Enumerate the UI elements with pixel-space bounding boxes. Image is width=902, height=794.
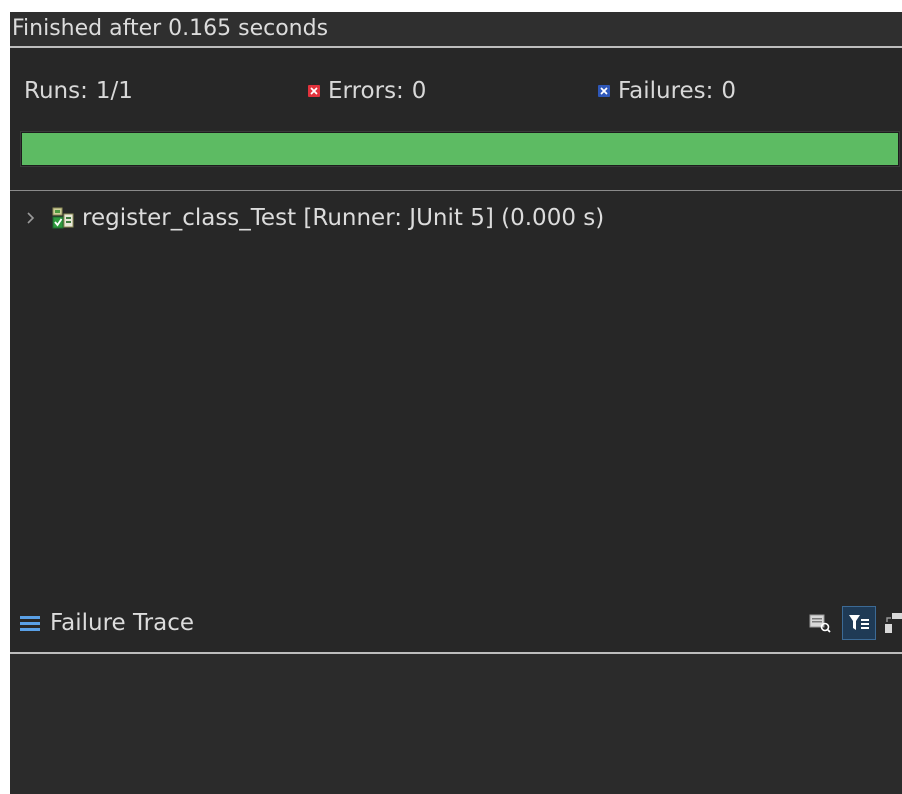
copy-trace-icon[interactable] [884,606,902,640]
errors-label: Errors: [328,78,404,104]
error-icon [308,85,320,97]
failure-trace-header: Failure Trace [10,598,902,652]
progress-bar [20,131,900,167]
failure-trace-title: Failure Trace [50,610,194,636]
test-suite-passed-icon [52,207,74,229]
runs-value: 1/1 [95,78,133,104]
status-header: Finished after 0.165 seconds [10,12,902,46]
failures-counter: Failures: 0 [598,78,736,104]
failure-icon [598,85,610,97]
chevron-right-icon[interactable] [24,211,38,225]
failures-label: Failures: [618,78,714,104]
errors-counter: Errors: 0 [308,78,426,104]
tree-item-test-suite[interactable]: register_class_Test [Runner: JUnit 5] (0… [24,203,604,233]
compare-results-icon[interactable] [806,606,834,640]
junit-view: Finished after 0.165 seconds Runs: 1/1 E… [0,0,902,794]
filter-stack-trace-icon[interactable] [842,606,876,640]
status-text: Finished after 0.165 seconds [12,16,329,41]
progress-bar-fill [22,133,898,165]
tree-separator [10,190,902,191]
failure-trace-toolbar [798,606,902,640]
list-icon [20,616,40,632]
runs-counter: Runs: 1/1 [24,78,133,104]
test-results-panel: Runs: 1/1 Errors: 0 Failures: 0 register… [10,48,902,598]
runs-label: Runs: [24,78,88,104]
failure-trace-content [10,654,902,794]
errors-value: 0 [411,78,427,104]
tree-item-label: register_class_Test [Runner: JUnit 5] (0… [82,205,605,231]
failures-value: 0 [721,78,737,104]
